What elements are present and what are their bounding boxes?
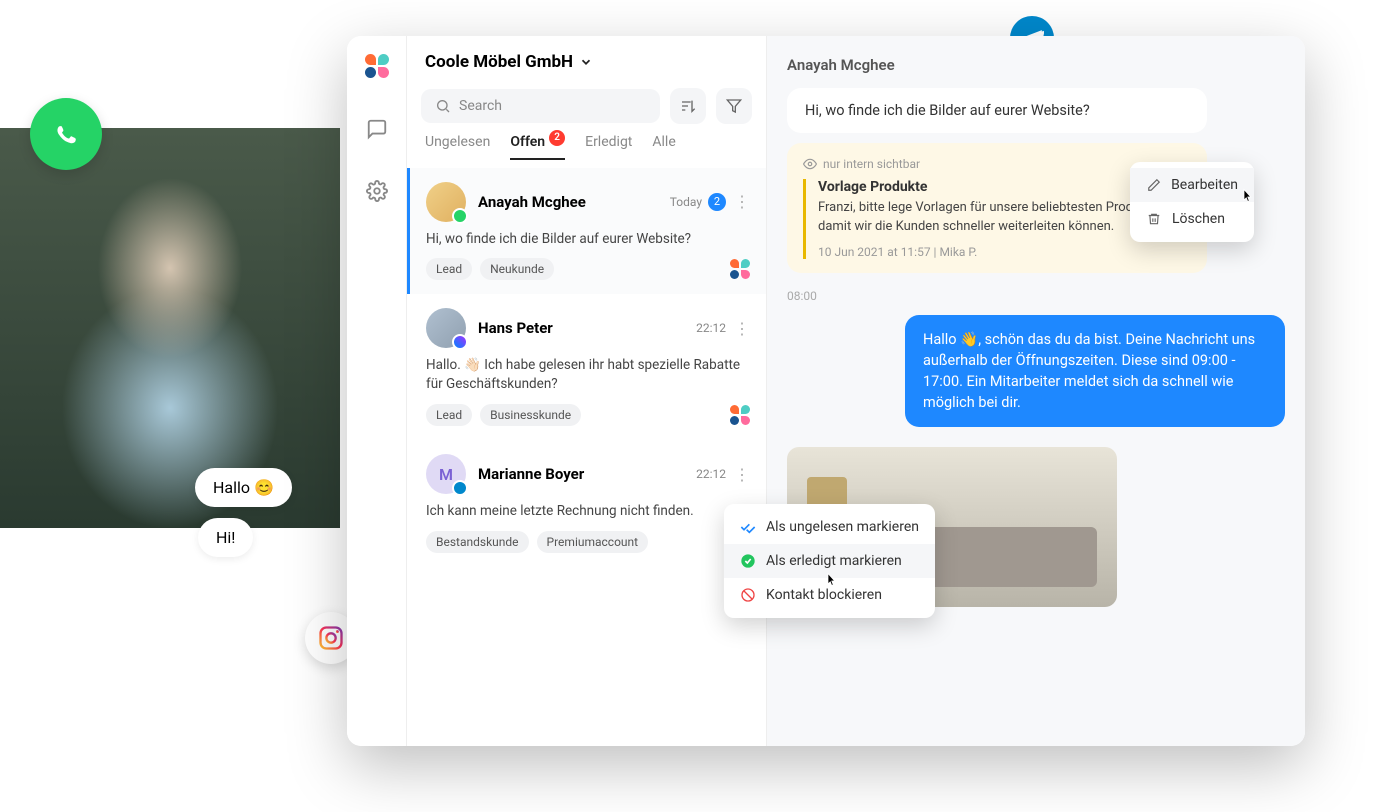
conversation-item[interactable]: M Marianne Boyer 22:12 ⋮ Ich kann meine … bbox=[407, 440, 766, 567]
messages-nav-icon[interactable] bbox=[366, 118, 388, 140]
tab-unread[interactable]: Ungelesen bbox=[425, 134, 490, 160]
note-meta: 10 Jun 2021 at 11:57 | Mika P. bbox=[818, 245, 1191, 259]
status-tabs: Ungelesen Offen2 Erledigt Alle bbox=[407, 134, 766, 168]
avatar bbox=[426, 308, 466, 348]
message-preview: Hi, wo finde ich die Bilder auf eurer We… bbox=[426, 230, 750, 249]
search-input[interactable]: Search bbox=[421, 89, 660, 123]
note-context-menu: Bearbeiten Löschen bbox=[1130, 162, 1254, 242]
checkmarks-icon bbox=[740, 519, 756, 535]
cursor-pointer-icon bbox=[822, 572, 840, 590]
filter-icon bbox=[726, 98, 742, 114]
conversation-time: 22:12 bbox=[696, 321, 726, 335]
sidebar bbox=[347, 36, 407, 746]
conversation-item[interactable]: Anayah Mcghee Today 2 ⋮ Hi, wo finde ich… bbox=[407, 168, 766, 295]
conversation-time: 22:12 bbox=[696, 467, 726, 481]
outgoing-message: Hallo 👋, schön das du da bist. Deine Nac… bbox=[905, 315, 1285, 427]
settings-nav-icon[interactable] bbox=[366, 180, 388, 202]
internal-label: nur intern sichtbar bbox=[823, 157, 920, 171]
cursor-pointer-icon bbox=[1238, 188, 1256, 206]
unread-count: 2 bbox=[708, 193, 726, 211]
incoming-message: Hi, wo finde ich die Bilder auf eurer We… bbox=[787, 88, 1207, 133]
tag: Lead bbox=[426, 258, 472, 280]
messenger-channel-badge bbox=[452, 334, 468, 350]
check-circle-icon bbox=[740, 553, 756, 569]
avatar bbox=[426, 182, 466, 222]
search-icon bbox=[435, 98, 451, 114]
contact-name: Anayah Mcghee bbox=[478, 193, 670, 211]
message-preview: Ich kann meine letzte Rechnung nicht fin… bbox=[426, 502, 750, 521]
contact-name: Hans Peter bbox=[478, 319, 696, 337]
chat-bubble-hello: Hallo 😊 bbox=[195, 468, 292, 507]
chat-bubble-hi: Hi! bbox=[198, 518, 253, 557]
conversation-list-pane: Coole Möbel GmbH Search Ungelesen Offen2… bbox=[407, 36, 767, 746]
conversation-context-menu: Als ungelesen markieren Als erledigt mar… bbox=[724, 504, 935, 618]
tab-all[interactable]: Alle bbox=[652, 134, 675, 160]
whatsapp-icon bbox=[30, 98, 102, 170]
conversation-options-button[interactable]: ⋮ bbox=[734, 192, 750, 211]
app-logo-small bbox=[730, 405, 750, 425]
tag: Premiumaccount bbox=[537, 531, 649, 553]
conversation-options-button[interactable]: ⋮ bbox=[734, 465, 750, 484]
delete-item[interactable]: Löschen bbox=[1130, 202, 1254, 236]
telegram-channel-badge bbox=[452, 480, 468, 496]
tag: Businesskunde bbox=[480, 404, 581, 426]
filter-button[interactable] bbox=[716, 88, 752, 124]
conversation-list: Anayah Mcghee Today 2 ⋮ Hi, wo finde ich… bbox=[407, 168, 766, 747]
contact-name: Marianne Boyer bbox=[478, 465, 696, 483]
sort-icon bbox=[680, 98, 696, 114]
workspace-switcher[interactable]: Coole Möbel GmbH bbox=[407, 36, 766, 88]
avatar: M bbox=[426, 454, 466, 494]
trash-icon bbox=[1146, 211, 1162, 227]
conversation-options-button[interactable]: ⋮ bbox=[734, 319, 750, 338]
whatsapp-channel-badge bbox=[452, 208, 468, 224]
mark-unread-item[interactable]: Als ungelesen markieren bbox=[724, 510, 935, 544]
workspace-name: Coole Möbel GmbH bbox=[425, 52, 573, 72]
open-count-badge: 2 bbox=[549, 130, 565, 146]
pencil-icon bbox=[1146, 177, 1161, 193]
message-preview: Hallo. 👋🏻 Ich habe gelesen ihr habt spez… bbox=[426, 356, 750, 394]
app-logo bbox=[365, 54, 389, 78]
app-window: Coole Möbel GmbH Search Ungelesen Offen2… bbox=[347, 36, 1305, 746]
search-placeholder: Search bbox=[459, 98, 502, 114]
sort-button[interactable] bbox=[670, 88, 706, 124]
conversation-item[interactable]: Hans Peter 22:12 ⋮ Hallo. 👋🏻 Ich habe ge… bbox=[407, 294, 766, 440]
app-logo-small bbox=[730, 259, 750, 279]
tag: Neukunde bbox=[480, 258, 554, 280]
tag: Bestandskunde bbox=[426, 531, 529, 553]
hero-photo bbox=[0, 128, 340, 528]
chat-pane: Anayah Mcghee Hi, wo finde ich die Bilde… bbox=[767, 36, 1305, 746]
eye-icon bbox=[803, 157, 817, 171]
chevron-down-icon bbox=[579, 55, 593, 69]
block-icon bbox=[740, 587, 756, 603]
conversation-time: Today bbox=[670, 195, 702, 209]
tab-done[interactable]: Erledigt bbox=[585, 134, 632, 160]
tab-open[interactable]: Offen2 bbox=[510, 134, 565, 160]
chat-contact-name: Anayah Mcghee bbox=[767, 56, 1305, 88]
tag: Lead bbox=[426, 404, 472, 426]
edit-item[interactable]: Bearbeiten bbox=[1130, 168, 1254, 202]
timestamp: 08:00 bbox=[767, 283, 1305, 315]
